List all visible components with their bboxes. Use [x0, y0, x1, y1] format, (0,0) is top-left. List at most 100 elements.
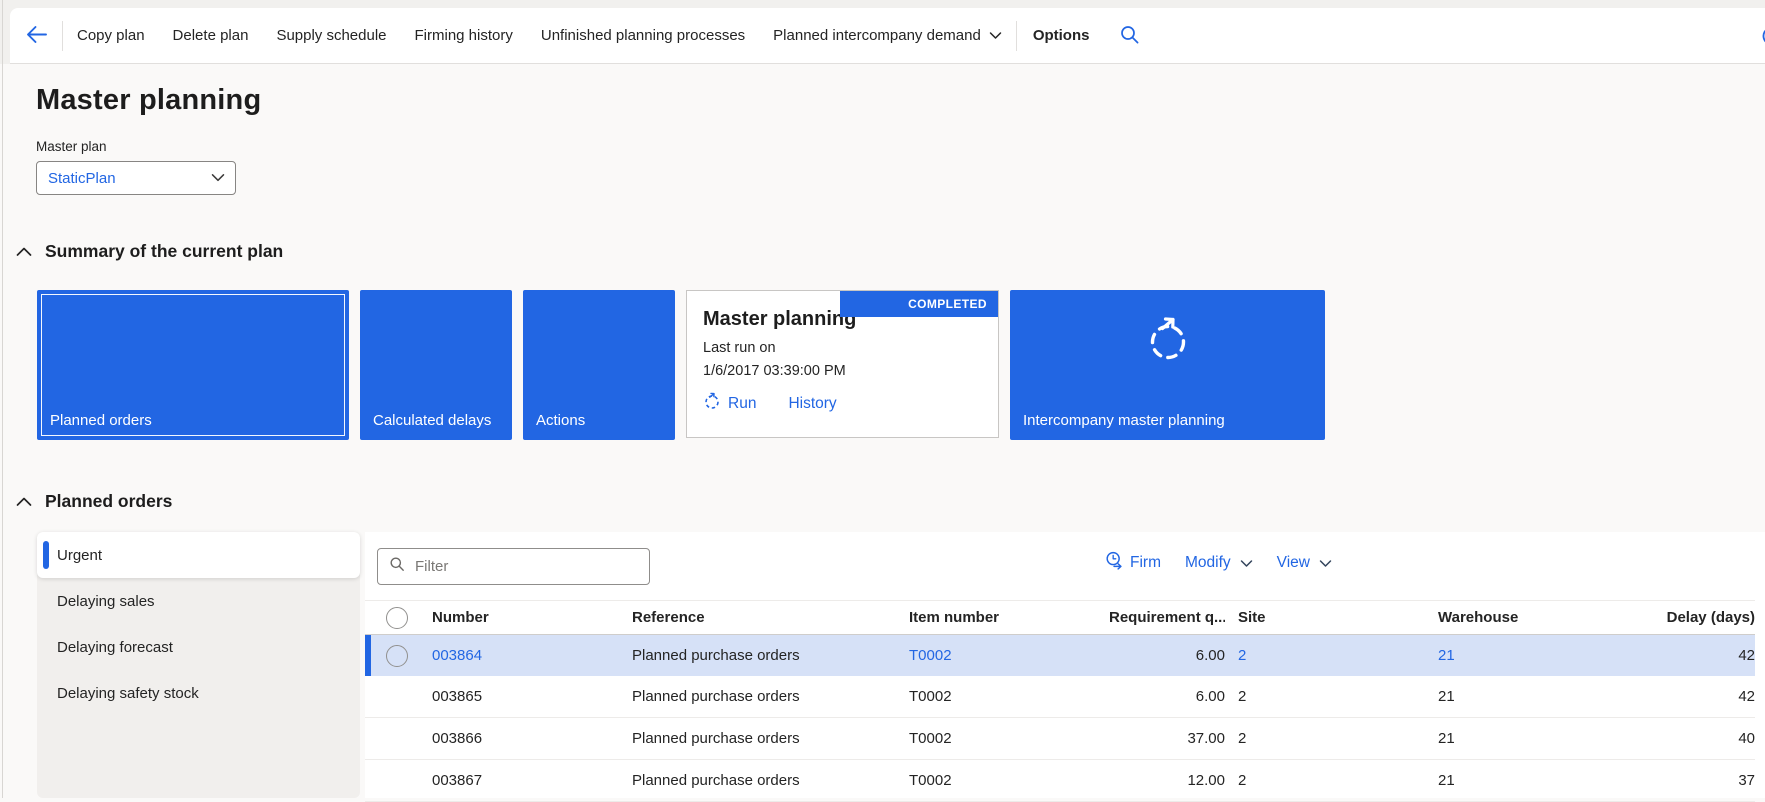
- action-toolbar: Copy plan Delete plan Supply schedule Firmi…: [10, 8, 1765, 64]
- cell-number[interactable]: 003867: [432, 772, 632, 789]
- table-row[interactable]: 003864 Planned purchase orders T0002 6.00 2 2…: [365, 635, 1755, 676]
- back-button[interactable]: [10, 24, 62, 48]
- selection-indicator: [43, 541, 49, 569]
- summary-section-title: Summary of the current plan: [45, 241, 284, 261]
- column-header-requirement-q[interactable]: Requirement q...: [1109, 609, 1225, 626]
- master-planning-status-card[interactable]: COMPLETED Master planning Last run on 1/…: [686, 290, 999, 438]
- cell-item-number: T0002: [909, 772, 952, 789]
- cell-requirement-qty: 12.00: [1187, 772, 1225, 789]
- column-header-site[interactable]: Site: [1225, 609, 1438, 626]
- table-row[interactable]: 003865 Planned purchase orders T0002 6.00 2 2…: [365, 676, 1755, 718]
- tile-label: Intercompany master planning: [1023, 412, 1225, 429]
- master-plan-label: Master plan: [36, 139, 107, 154]
- planned-orders-section-title: Planned orders: [45, 491, 173, 511]
- cell-reference: Planned purchase orders: [632, 688, 800, 705]
- planned-orders-section-header: Planned orders: [14, 491, 172, 512]
- toolbar-item-unfinished-planning-processes[interactable]: Unfinished planning processes: [527, 15, 759, 57]
- page-title: Master planning: [36, 84, 262, 116]
- toolbar-dropdown-label: Planned intercompany demand: [773, 27, 981, 44]
- column-header-delay-days[interactable]: Delay (days): [1655, 609, 1755, 626]
- master-plan-dropdown[interactable]: StaticPlan: [36, 161, 236, 195]
- collapse-summary-icon[interactable]: [14, 245, 34, 259]
- run-dashed-circle-icon: [703, 392, 721, 415]
- search-button[interactable]: [1105, 24, 1154, 48]
- summary-section-header: Summary of the current plan: [14, 241, 283, 262]
- tile-planned-orders[interactable]: Planned orders: [37, 290, 349, 440]
- column-header-reference[interactable]: Reference: [632, 609, 909, 626]
- options-button[interactable]: Options: [1017, 27, 1106, 44]
- table-row[interactable]: 003867 Planned purchase orders T0002 12.00 2…: [365, 760, 1755, 802]
- cell-site: 2: [1238, 730, 1247, 747]
- firm-button[interactable]: Firm: [1105, 551, 1161, 575]
- refresh-icon[interactable]: [1760, 24, 1765, 48]
- cell-site[interactable]: 2: [1225, 647, 1438, 664]
- master-plan-value: StaticPlan: [48, 169, 116, 187]
- modify-label: Modify: [1185, 554, 1231, 571]
- app-window: { "toolbar": { "items": ["Copy plan", "D…: [0, 0, 1765, 802]
- category-delaying-sales[interactable]: Delaying sales: [37, 578, 360, 624]
- view-menu-button[interactable]: View: [1277, 554, 1332, 572]
- radio-circle[interactable]: [386, 644, 408, 667]
- category-label: Urgent: [57, 546, 103, 564]
- chevron-down-icon: [211, 169, 225, 187]
- tile-label: Planned orders: [50, 412, 152, 429]
- column-header-warehouse[interactable]: Warehouse: [1438, 609, 1655, 626]
- tile-calculated-delays[interactable]: Calculated delays: [360, 290, 512, 440]
- category-label: Delaying forecast: [57, 638, 173, 656]
- cell-delay-days: 37: [1738, 772, 1755, 789]
- toolbar-item-delete-plan[interactable]: Delete plan: [159, 15, 263, 57]
- category-list: Urgent Delaying sales Delaying forecast Del…: [37, 532, 360, 798]
- table-row[interactable]: 003866 Planned purchase orders T0002 37.00 2…: [365, 718, 1755, 760]
- category-urgent[interactable]: Urgent: [37, 532, 360, 578]
- view-label: View: [1276, 554, 1310, 571]
- chevron-down-icon: [1319, 559, 1332, 568]
- cell-number[interactable]: 003866: [432, 730, 632, 747]
- cell-number[interactable]: 003865: [432, 688, 632, 705]
- run-button[interactable]: Run: [703, 392, 756, 415]
- tile-label: Calculated delays: [373, 412, 492, 429]
- grid-actions: Firm Modify View: [1105, 551, 1332, 575]
- tile-actions[interactable]: Actions: [523, 290, 675, 440]
- history-label: History: [788, 394, 837, 412]
- filter-input[interactable]: [413, 557, 649, 576]
- firm-clock-icon: [1105, 551, 1124, 575]
- modify-menu-button[interactable]: Modify: [1185, 554, 1253, 572]
- column-header-item-number[interactable]: Item number: [909, 609, 1109, 626]
- window-left-border: [2, 0, 3, 798]
- category-label: Delaying sales: [57, 592, 155, 610]
- grid-rows: 003864 Planned purchase orders T0002 6.00 2 2…: [365, 635, 1765, 802]
- row-select-cell[interactable]: [365, 644, 432, 667]
- cell-delay-days: 42: [1738, 647, 1755, 664]
- cell-warehouse: 21: [1438, 772, 1455, 789]
- column-header-number[interactable]: Number: [432, 609, 632, 626]
- chevron-down-icon: [989, 27, 1002, 44]
- toolbar-item-firming-history[interactable]: Firming history: [401, 15, 527, 57]
- cell-site: 2: [1238, 688, 1247, 705]
- status-badge: COMPLETED: [840, 291, 998, 317]
- category-label: Delaying safety stock: [57, 684, 199, 702]
- radio-circle[interactable]: [386, 606, 408, 629]
- cell-item-number[interactable]: T0002: [909, 647, 1109, 664]
- select-all-cell[interactable]: [365, 606, 432, 629]
- cell-delay-days: 42: [1738, 688, 1755, 705]
- run-label: Run: [728, 394, 757, 412]
- cell-reference: Planned purchase orders: [632, 647, 800, 664]
- intercompany-master-planning-tile[interactable]: Intercompany master planning: [1010, 290, 1325, 440]
- search-icon: [1119, 24, 1140, 48]
- toolbar-items: Copy plan Delete plan Supply schedule Firmi…: [63, 15, 759, 57]
- history-button[interactable]: History: [788, 395, 836, 413]
- filter-box[interactable]: [377, 548, 650, 585]
- grid-header: Number Reference Item number Requirement q.…: [365, 600, 1755, 635]
- collapse-planned-orders-icon[interactable]: [14, 495, 34, 509]
- toolbar-item-planned-intercompany-demand[interactable]: Planned intercompany demand: [759, 15, 1016, 57]
- toolbar-item-copy-plan[interactable]: Copy plan: [63, 15, 159, 57]
- master-plan-field: Master plan StaticPlan: [36, 139, 236, 195]
- toolbar-item-supply-schedule[interactable]: Supply schedule: [262, 15, 400, 57]
- cell-warehouse[interactable]: 21: [1438, 647, 1655, 664]
- tile-label: Actions: [536, 412, 586, 429]
- cell-number[interactable]: 003864: [432, 647, 632, 664]
- last-run-timestamp: 1/6/2017 03:39:00 PM: [703, 363, 846, 379]
- category-delaying-forecast[interactable]: Delaying forecast: [37, 624, 360, 670]
- cell-site: 2: [1238, 772, 1247, 789]
- category-delaying-safety-stock[interactable]: Delaying safety stock: [37, 670, 360, 716]
